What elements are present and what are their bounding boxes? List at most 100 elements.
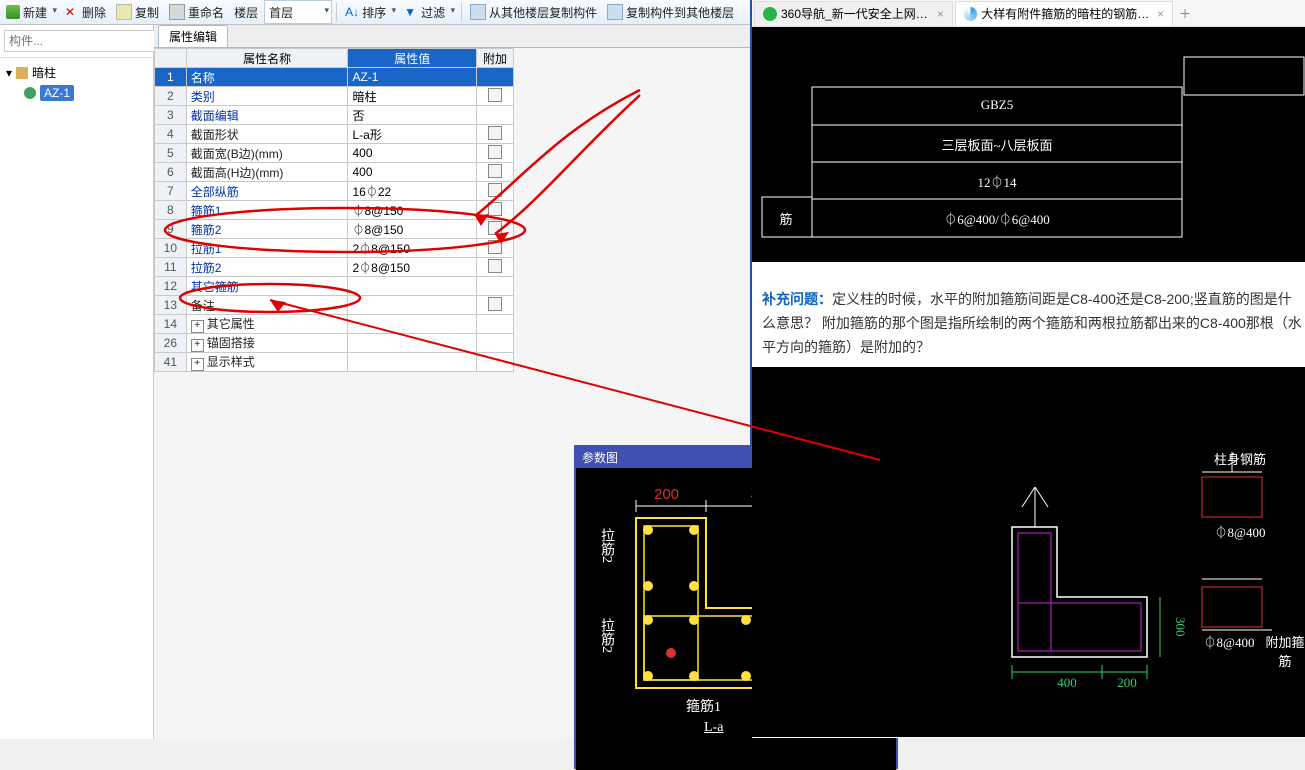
- new-tab-button[interactable]: ＋: [1173, 5, 1197, 22]
- prop-name: 箍筋2: [186, 220, 348, 239]
- close-icon[interactable]: ×: [1157, 7, 1164, 21]
- prop-value[interactable]: L-a形: [348, 125, 476, 144]
- tree-node-root[interactable]: ▾ 暗柱: [6, 62, 147, 83]
- prop-value[interactable]: AZ-1: [348, 68, 476, 87]
- prop-extra: [476, 296, 513, 315]
- checkbox[interactable]: [488, 240, 502, 254]
- search-input[interactable]: [4, 30, 169, 52]
- delete-button[interactable]: ✕删除: [61, 1, 110, 23]
- checkbox[interactable]: [488, 88, 502, 102]
- rename-icon: [169, 4, 185, 20]
- copy-to-layer-button[interactable]: 复制构件到其他楼层: [603, 1, 738, 23]
- delete-icon: ✕: [65, 5, 79, 19]
- checkbox[interactable]: [488, 126, 502, 140]
- expand-icon[interactable]: +: [191, 339, 204, 352]
- prop-value[interactable]: [348, 277, 476, 296]
- row-number: 7: [155, 182, 187, 201]
- prop-value[interactable]: 2⏀8@150: [348, 239, 476, 258]
- layer-button[interactable]: 楼层: [230, 1, 262, 23]
- row-number: 2: [155, 87, 187, 106]
- table-row[interactable]: 4截面形状L-a形: [155, 125, 514, 144]
- prop-value[interactable]: [348, 296, 476, 315]
- prop-name: 名称: [186, 68, 348, 87]
- table-row[interactable]: 6截面高(H边)(mm)400: [155, 163, 514, 182]
- filter-button[interactable]: ▼过滤: [400, 1, 457, 23]
- row-number: 26: [155, 334, 187, 353]
- checkbox[interactable]: [488, 297, 502, 311]
- dim-400: 400: [1037, 675, 1097, 691]
- prop-extra: [476, 258, 513, 277]
- prop-value[interactable]: [348, 334, 476, 353]
- cad-text: GBZ5: [812, 97, 1182, 113]
- first-layer-select[interactable]: 首层: [264, 0, 332, 24]
- row-number: 1: [155, 68, 187, 87]
- prop-value[interactable]: [348, 353, 476, 372]
- prop-extra: [476, 239, 513, 258]
- dim-200: 200: [1107, 675, 1147, 691]
- expand-icon[interactable]: +: [191, 320, 204, 333]
- table-row[interactable]: 5截面宽(B边)(mm)400: [155, 144, 514, 163]
- table-row[interactable]: 11拉筋22⏀8@150: [155, 258, 514, 277]
- prop-value[interactable]: ⏀8@150: [348, 201, 476, 220]
- new-icon: [6, 5, 20, 19]
- table-row[interactable]: 12其它箍筋: [155, 277, 514, 296]
- row-number: 8: [155, 201, 187, 220]
- checkbox[interactable]: [488, 259, 502, 273]
- question-label: 补充问题：: [762, 291, 832, 307]
- checkbox[interactable]: [488, 221, 502, 235]
- prop-value[interactable]: [348, 315, 476, 334]
- new-button[interactable]: 新建: [2, 1, 59, 23]
- row-number: 5: [155, 144, 187, 163]
- row-number: 6: [155, 163, 187, 182]
- prop-name: 拉筋2: [186, 258, 348, 277]
- prop-value[interactable]: 否: [348, 106, 476, 125]
- cad-text: 12⏀14: [812, 172, 1182, 191]
- prop-name: 类别: [186, 87, 348, 106]
- checkbox[interactable]: [488, 164, 502, 178]
- prop-value[interactable]: 400: [348, 144, 476, 163]
- prop-value[interactable]: 16⏀22: [348, 182, 476, 201]
- checkbox[interactable]: [488, 145, 502, 159]
- tab-property-edit[interactable]: 属性编辑: [158, 25, 228, 47]
- prop-extra: [476, 277, 513, 296]
- table-row[interactable]: 26+锚固搭接: [155, 334, 514, 353]
- expand-icon[interactable]: +: [191, 358, 204, 371]
- copy-from-layer-button[interactable]: 从其他楼层复制构件: [466, 1, 601, 23]
- prop-value[interactable]: 2⏀8@150: [348, 258, 476, 277]
- browser-tab[interactable]: 大样有附件箍筋的暗柱的钢筋如何 ×: [955, 1, 1173, 26]
- close-icon[interactable]: ×: [937, 7, 944, 21]
- prop-value[interactable]: 暗柱: [348, 87, 476, 106]
- cad-app: 新建 ✕删除 复制 重命名 楼层 首层 A↓排序 ▼过滤 从其他楼层复制构件 复…: [0, 0, 752, 738]
- rename-button[interactable]: 重命名: [165, 1, 228, 23]
- checkbox[interactable]: [488, 183, 502, 197]
- prop-value[interactable]: 400: [348, 163, 476, 182]
- tree-label: 暗柱: [32, 64, 56, 81]
- tree-node-child[interactable]: AZ-1: [6, 83, 147, 103]
- table-row[interactable]: 13备注: [155, 296, 514, 315]
- toolbar: 新建 ✕删除 复制 重命名 楼层 首层 A↓排序 ▼过滤 从其他楼层复制构件 复…: [0, 0, 750, 25]
- prop-extra: [476, 334, 513, 353]
- label-stirrup1: 箍筋1: [686, 696, 721, 716]
- prop-name: 截面编辑: [186, 106, 348, 125]
- column-icon: [16, 67, 28, 79]
- table-row[interactable]: 14+其它属性: [155, 315, 514, 334]
- prop-extra: [476, 87, 513, 106]
- table-row[interactable]: 2类别暗柱: [155, 87, 514, 106]
- table-row[interactable]: 1名称AZ-1: [155, 68, 514, 87]
- header-prop-value: 属性值: [348, 49, 476, 68]
- checkbox[interactable]: [488, 202, 502, 216]
- table-row[interactable]: 7全部纵筋16⏀22: [155, 182, 514, 201]
- sort-button[interactable]: A↓排序: [341, 1, 398, 23]
- table-row[interactable]: 3截面编辑否: [155, 106, 514, 125]
- prop-name: 箍筋1: [186, 201, 348, 220]
- row-number: 14: [155, 315, 187, 334]
- table-row[interactable]: 10拉筋12⏀8@150: [155, 239, 514, 258]
- table-row[interactable]: 41+显示样式: [155, 353, 514, 372]
- table-row[interactable]: 9箍筋2⏀8@150: [155, 220, 514, 239]
- browser-tab[interactable]: 360导航_新一代安全上网导航 ×: [754, 1, 953, 26]
- prop-extra: [476, 353, 513, 372]
- prop-value[interactable]: ⏀8@150: [348, 220, 476, 239]
- table-row[interactable]: 8箍筋1⏀8@150: [155, 201, 514, 220]
- dim-300: 300: [1160, 617, 1188, 637]
- copy-button[interactable]: 复制: [112, 1, 163, 23]
